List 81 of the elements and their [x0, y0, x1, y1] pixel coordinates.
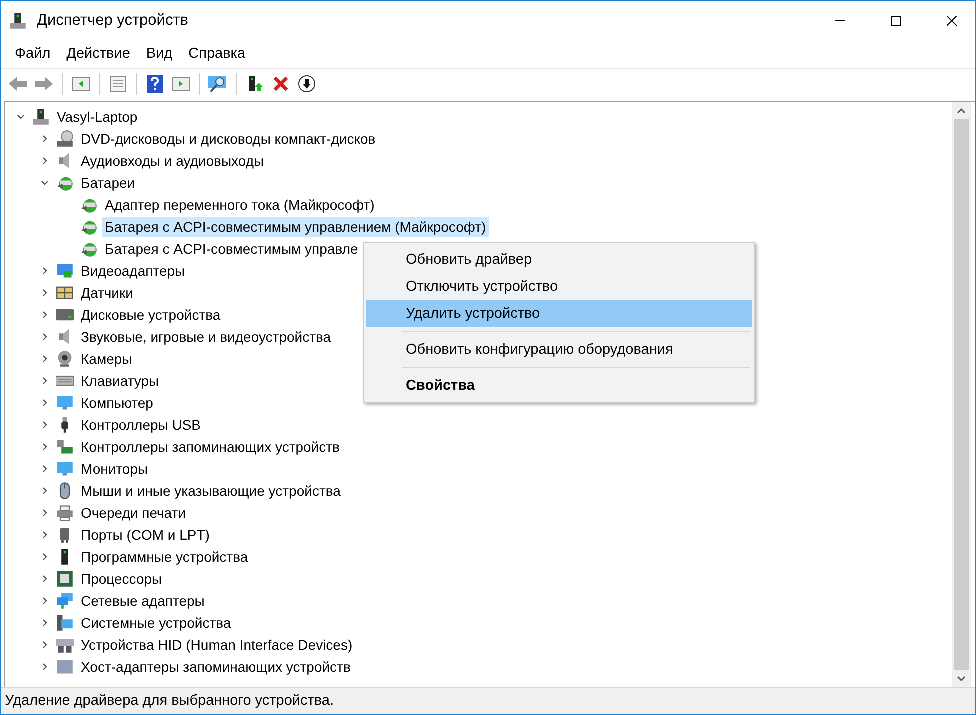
chevron-right-icon[interactable]: [41, 509, 49, 517]
chevron-right-icon[interactable]: [41, 157, 49, 165]
tree-item[interactable]: Системные устройства: [78, 613, 234, 633]
storage-controller-icon: [56, 438, 74, 456]
tree-item[interactable]: Батарея с ACPI-совместимым управлением (Майкрософт): [102, 217, 490, 237]
chevron-right-icon[interactable]: [41, 267, 49, 275]
tree-item[interactable]: Компьютер: [78, 393, 156, 413]
chevron-right-icon[interactable]: [41, 663, 49, 671]
scroll-down-icon[interactable]: [957, 676, 966, 682]
tree-item[interactable]: Дисковые устройства: [78, 305, 224, 325]
menu-item[interactable]: Справка: [180, 46, 254, 62]
sensor-icon: [56, 284, 74, 302]
chevron-right-icon[interactable]: [41, 641, 49, 649]
status-bar: Удаление драйвера для выбранного устройства.: [1, 687, 975, 714]
chevron-right-icon[interactable]: [41, 289, 49, 297]
tree-item[interactable]: Клавиатуры: [78, 371, 162, 391]
chevron-right-icon[interactable]: [41, 421, 49, 429]
window-title: Диспетчер устройств: [37, 12, 190, 30]
tree-item[interactable]: Порты (COM и LPT): [78, 525, 213, 545]
tree-item[interactable]: Звуковые, игровые и видеоустройства: [78, 327, 334, 347]
monitor-icon: [56, 460, 74, 478]
tree-item[interactable]: Программные устройства: [78, 547, 252, 567]
chevron-right-icon[interactable]: [41, 531, 49, 539]
chevron-right-icon[interactable]: [41, 619, 49, 627]
close-icon: [947, 16, 957, 26]
scroll-up-icon[interactable]: [957, 108, 966, 114]
app-icon: [9, 12, 27, 30]
chevron-right-icon[interactable]: [41, 135, 49, 143]
tree-item[interactable]: Сетевые адаптеры: [78, 591, 208, 611]
system-device-icon: [56, 614, 74, 632]
device-arrow-icon: [246, 75, 264, 93]
tree-item[interactable]: Контроллеры запоминающих устройств: [78, 437, 343, 457]
chevron-right-icon[interactable]: [41, 399, 49, 407]
chevron-right-icon[interactable]: [41, 355, 49, 363]
display-adapter-icon: [56, 262, 74, 280]
chevron-right-icon[interactable]: [41, 487, 49, 495]
chevron-right-icon[interactable]: [41, 443, 49, 451]
menu-item[interactable]: Вид: [138, 46, 181, 62]
tree-item[interactable]: Очереди печати: [78, 503, 190, 523]
menu-item[interactable]: Действие: [58, 46, 138, 62]
tree-item[interactable]: DVD-дисководы и дисководы компакт-дисков: [78, 129, 379, 149]
camera-icon: [56, 350, 74, 368]
tree-item[interactable]: Датчики: [78, 283, 136, 303]
maximize-icon: [891, 16, 901, 26]
tree-item[interactable]: Контроллеры USB: [78, 415, 204, 435]
computer-icon: [32, 108, 50, 126]
printer-icon: [56, 504, 74, 522]
network-icon: [56, 592, 74, 610]
tree-item[interactable]: Камеры: [78, 349, 136, 369]
chevron-right-icon[interactable]: [41, 377, 49, 385]
monitor-icon: [56, 394, 74, 412]
tree-item[interactable]: Аудиовходы и аудиовыходы: [78, 151, 268, 171]
scroll-thumb[interactable]: [954, 119, 969, 670]
tree-item[interactable]: Мониторы: [78, 459, 152, 479]
chevron-down-icon[interactable]: [41, 179, 49, 187]
tree-item[interactable]: Устройства HID (Human Interface Devices): [78, 635, 356, 655]
chevron-right-icon[interactable]: [41, 597, 49, 605]
tree-item[interactable]: Батареи: [78, 173, 138, 193]
context-menu-item[interactable]: Удалить устройство: [366, 300, 752, 327]
chevron-right-icon[interactable]: [41, 465, 49, 473]
tree-item[interactable]: Мыши и иные указывающие устройства: [78, 481, 344, 501]
chevron-right-icon[interactable]: [41, 553, 49, 561]
scrollbar[interactable]: [952, 102, 971, 687]
chevron-right-icon[interactable]: [41, 575, 49, 583]
tree-item[interactable]: Vasyl-Laptop: [54, 107, 141, 127]
tree-item[interactable]: Адаптер переменного тока (Майкрософт): [102, 195, 378, 215]
context-menu-item[interactable]: Обновить драйвер: [366, 246, 752, 273]
chevron-right-icon[interactable]: [41, 311, 49, 319]
chevron-down-icon[interactable]: [17, 113, 25, 121]
context-menu-item[interactable]: Свойства: [366, 372, 752, 399]
tree-item[interactable]: Процессоры: [78, 569, 166, 589]
context-menu-item[interactable]: Отключить устройство: [366, 273, 752, 300]
host-adapter-icon: [56, 658, 74, 676]
tree-item[interactable]: Хост-адаптеры запоминающих устройств: [78, 657, 354, 677]
disc-drive-icon: [56, 130, 74, 148]
chevron-right-icon[interactable]: [41, 333, 49, 341]
tree-item[interactable]: Видеоадаптеры: [78, 261, 188, 281]
context-menu-item[interactable]: Обновить конфигурацию оборудования: [366, 336, 752, 363]
tree-item[interactable]: Батарея с ACPI-совместимым управле: [102, 239, 362, 259]
processor-icon: [56, 570, 74, 588]
menu-item[interactable]: Файл: [7, 46, 59, 62]
